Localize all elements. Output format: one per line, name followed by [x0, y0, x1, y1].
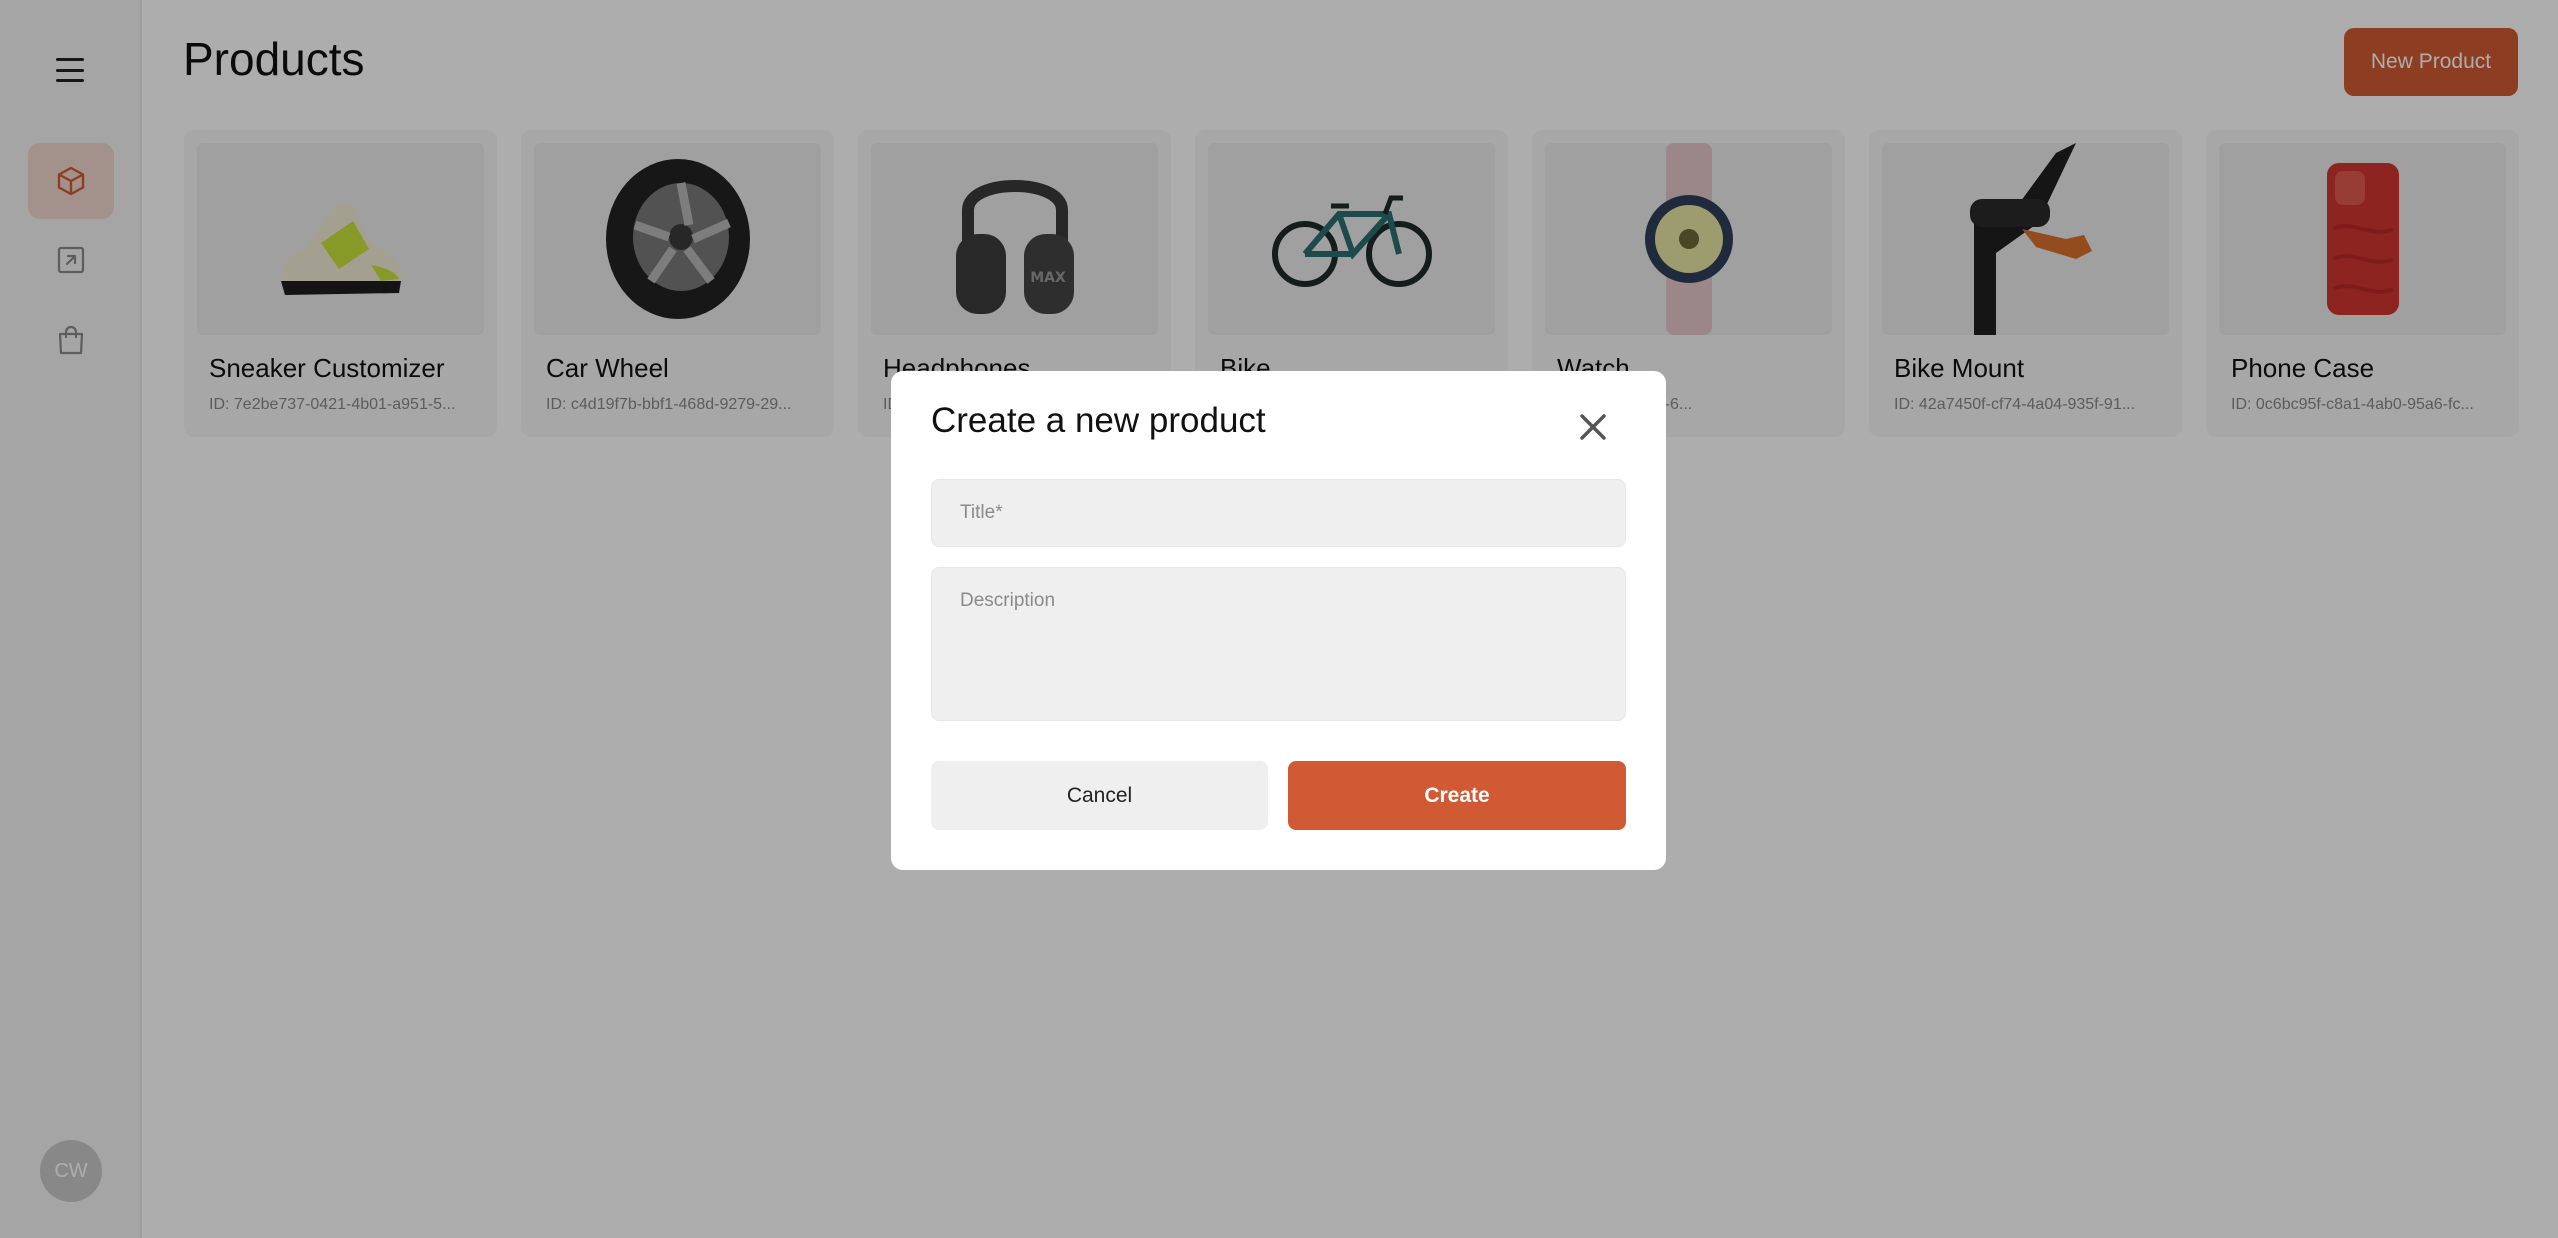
cancel-button[interactable]: Cancel [931, 761, 1268, 830]
title-input[interactable] [931, 479, 1626, 547]
close-icon[interactable] [1573, 407, 1613, 447]
create-product-dialog: Create a new product Cancel Create [891, 371, 1666, 870]
dialog-title: Create a new product [931, 401, 1266, 440]
description-input[interactable] [931, 567, 1626, 721]
create-button[interactable]: Create [1288, 761, 1626, 830]
